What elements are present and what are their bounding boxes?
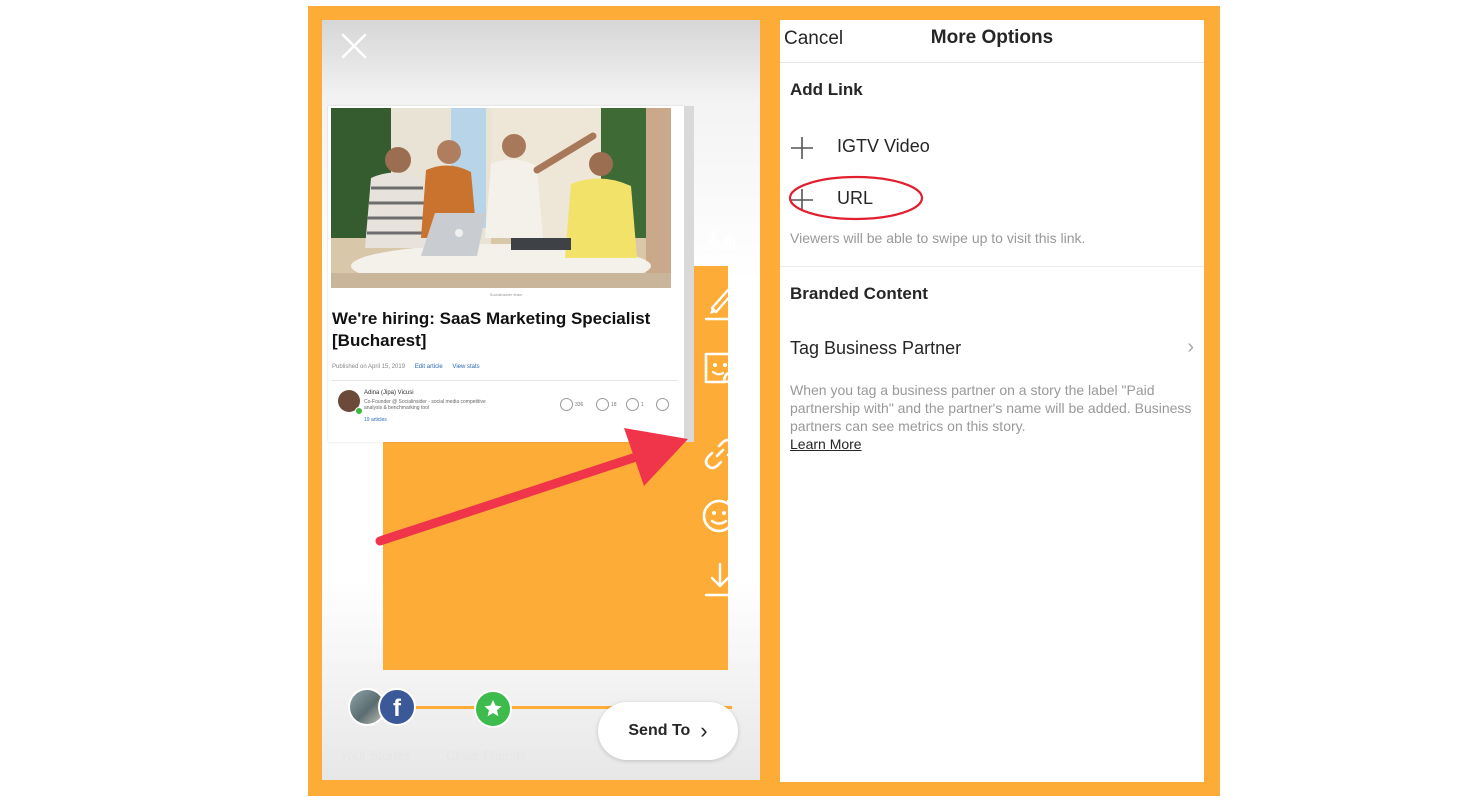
online-status-dot bbox=[355, 407, 363, 415]
article-meta: Published on April 15, 2019 Edit article… bbox=[332, 364, 678, 374]
story-tool-rail: Aa bbox=[694, 220, 750, 600]
branded-content-heading: Branded Content bbox=[790, 284, 928, 303]
article-scrollbar bbox=[684, 106, 694, 442]
add-link-help-text: Viewers will be able to swipe up to visi… bbox=[790, 230, 1086, 246]
svg-text:Aa: Aa bbox=[705, 228, 736, 255]
text-tool-icon[interactable]: Aa bbox=[700, 220, 740, 260]
send-to-label: Send To bbox=[628, 722, 691, 739]
section-divider bbox=[780, 266, 1204, 267]
divider bbox=[332, 380, 678, 381]
close-friends-label[interactable]: Close Friends bbox=[446, 748, 526, 763]
author-bio: Co-Founder @ Socialinsider - social medi… bbox=[364, 399, 486, 411]
share-bar: f Your Stories Close Friends Send To › bbox=[322, 680, 760, 780]
comment-icon bbox=[626, 398, 639, 411]
your-stories-label[interactable]: Your Stories bbox=[340, 748, 410, 763]
views-stat: 336 bbox=[560, 398, 583, 411]
link-tool-icon[interactable] bbox=[700, 434, 740, 474]
branded-help-text: When you tag a business partner on a sto… bbox=[790, 382, 1192, 434]
learn-more-link[interactable]: Learn More bbox=[790, 436, 862, 452]
igtv-video-label: IGTV Video bbox=[837, 136, 930, 156]
cancel-button[interactable]: Cancel bbox=[784, 28, 843, 50]
close-icon[interactable] bbox=[340, 32, 368, 60]
tag-business-partner-option[interactable]: Tag Business Partner › bbox=[790, 336, 1194, 362]
share-stat bbox=[656, 398, 671, 411]
publish-date: Published on April 15, 2019 bbox=[332, 364, 406, 370]
star-icon bbox=[484, 700, 502, 717]
tag-business-partner-label: Tag Business Partner bbox=[790, 338, 962, 358]
send-to-button[interactable]: Send To › bbox=[598, 702, 738, 760]
eye-icon bbox=[560, 398, 573, 411]
comments-stat: 1 bbox=[626, 398, 644, 411]
chevron-right-icon: › bbox=[1187, 336, 1194, 358]
download-icon[interactable] bbox=[700, 560, 740, 600]
igtv-video-option[interactable]: IGTV Video bbox=[790, 130, 1190, 164]
share-icon bbox=[656, 398, 669, 411]
author-article-count: 19 articles bbox=[364, 417, 387, 423]
photo-caption: Socialinsider team bbox=[489, 292, 523, 297]
article-screenshot[interactable]: Socialinsider team We're hiring: SaaS Ma… bbox=[328, 106, 684, 442]
draw-tool-icon[interactable] bbox=[700, 282, 740, 322]
likes-stat: 18 bbox=[596, 398, 617, 411]
story-editor: Socialinsider team We're hiring: SaaS Ma… bbox=[322, 20, 760, 780]
team-photo bbox=[331, 108, 671, 288]
close-friends-icon[interactable] bbox=[474, 690, 512, 728]
edit-article-link: Edit article bbox=[414, 364, 443, 370]
sticker-tool-icon[interactable] bbox=[700, 348, 740, 388]
view-stats-link: View stats bbox=[452, 364, 480, 370]
page-title: More Options bbox=[930, 27, 1054, 48]
add-link-heading: Add Link bbox=[790, 80, 863, 99]
article-stats: 336 18 1 bbox=[560, 398, 676, 411]
more-options-panel: More Options Cancel Add Link IGTV Video … bbox=[780, 20, 1204, 782]
branded-content-help: When you tag a business partner on a sto… bbox=[790, 381, 1198, 453]
plus-icon bbox=[791, 137, 813, 159]
thumbs-up-icon bbox=[596, 398, 609, 411]
facebook-icon[interactable]: f bbox=[378, 688, 416, 726]
article-title: We're hiring: SaaS Marketing Specialist … bbox=[332, 309, 651, 350]
options-header: More Options Cancel bbox=[780, 20, 1204, 63]
face-effects-icon[interactable] bbox=[700, 494, 740, 534]
highlight-circle bbox=[788, 175, 924, 221]
url-option[interactable]: URL bbox=[788, 175, 1190, 221]
author-name: Adina (Jipa) Vicusi bbox=[364, 390, 414, 396]
chevron-right-icon: › bbox=[700, 718, 708, 743]
